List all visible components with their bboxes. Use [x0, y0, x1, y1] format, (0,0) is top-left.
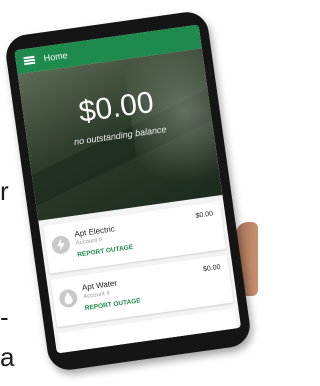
tablet-device: Home $0.00 no outstanding balance Apt El… — [0, 0, 260, 386]
account-name: Apt Water — [81, 278, 118, 293]
page-title: Home — [43, 50, 69, 64]
account-number-label: Account # — [82, 290, 111, 301]
hamburger-menu-icon[interactable] — [23, 55, 36, 65]
lightning-icon — [50, 234, 72, 256]
account-amount: $0.00 — [195, 210, 214, 220]
account-name: Apt Electric — [73, 224, 116, 239]
report-outage-link[interactable]: REPORT OUTAGE — [77, 244, 134, 259]
tablet-frame: Home $0.00 no outstanding balance Apt El… — [3, 9, 253, 373]
tablet-screen: Home $0.00 no outstanding balance Apt El… — [14, 24, 242, 354]
report-outage-link[interactable]: REPORT OUTAGE — [84, 297, 141, 312]
balance-hero: $0.00 no outstanding balance — [17, 48, 223, 221]
account-number-label: Account # — [75, 237, 103, 247]
water-drop-icon — [58, 288, 79, 309]
account-amount: $0.00 — [202, 263, 222, 274]
